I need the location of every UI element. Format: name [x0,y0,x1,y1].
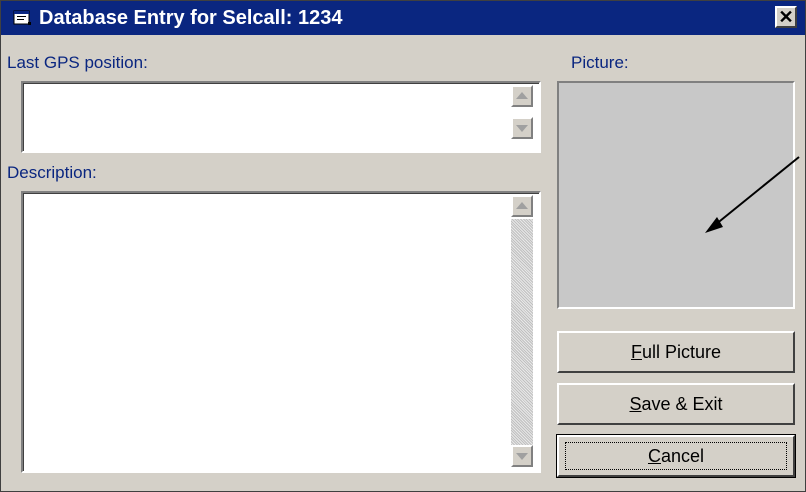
full-picture-button[interactable]: Full Picture [557,331,795,373]
scroll-up-icon [516,92,528,99]
close-icon: ✕ [778,7,794,27]
description-scroll-track[interactable] [511,219,533,445]
description-scroll-down-button[interactable] [511,445,533,467]
gps-label: Last GPS position: [7,53,148,72]
full-picture-mnemonic: F [630,342,642,362]
gps-scrollbar[interactable] [511,85,537,149]
cancel-button[interactable]: Cancel [556,434,796,478]
pointer-arrow-icon [705,156,800,233]
title-bar[interactable]: Database Entry for Selcall: 1234 ✕ [1,1,805,35]
cancel-mnemonic: C [647,446,661,466]
gps-position-field[interactable] [21,81,541,153]
window-app-icon [13,10,31,25]
gps-scroll-up-button[interactable] [511,85,533,107]
picture-label: Picture: [571,53,629,72]
description-scroll-up-button[interactable] [511,195,533,217]
scroll-down-icon [516,453,528,460]
scroll-down-icon [516,125,528,132]
close-button[interactable]: ✕ [775,6,797,28]
description-scrollbar[interactable] [511,195,537,469]
save-exit-mnemonic: S [629,394,642,414]
cancel-label: ancel [660,446,705,466]
save-exit-label: ave & Exit [641,394,723,414]
dialog-window: Database Entry for Selcall: 1234 ✕ Last … [0,0,806,492]
gps-scroll-down-button[interactable] [511,117,533,139]
description-label: Description: [7,163,97,182]
description-field[interactable] [21,191,541,473]
full-picture-label: ull Picture [641,342,722,362]
save-exit-button[interactable]: Save & Exit [557,383,795,425]
window-title: Database Entry for Selcall: 1234 [39,7,343,29]
scroll-up-icon [516,202,528,209]
